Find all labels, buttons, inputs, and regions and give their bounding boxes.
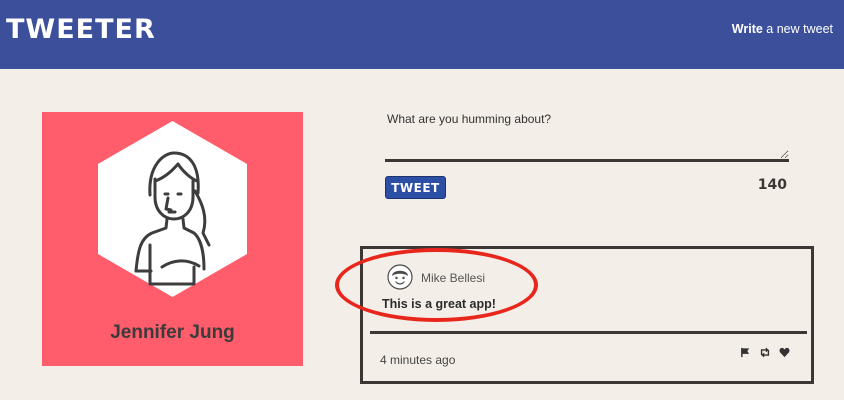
man-avatar-icon xyxy=(387,264,413,290)
woman-avatar-icon xyxy=(98,121,247,297)
tweet-compose-input[interactable] xyxy=(385,106,789,162)
profile-avatar xyxy=(98,121,247,302)
tweet-button[interactable]: TWEET xyxy=(385,176,446,199)
tweet-card: Mike Bellesi This is a great app! 4 minu… xyxy=(360,246,814,384)
tweet-author-name[interactable]: Mike Bellesi xyxy=(421,271,485,285)
top-navbar: TWEETER Write a new tweet xyxy=(0,0,844,69)
write-link-bold: Write xyxy=(731,22,763,36)
character-counter: 140 xyxy=(757,177,787,193)
retweet-icon[interactable] xyxy=(759,347,771,358)
tweet-timestamp: 4 minutes ago xyxy=(380,353,456,367)
write-link-rest: a new tweet xyxy=(762,22,833,36)
tweet-actions xyxy=(740,347,790,358)
tweet-divider xyxy=(370,331,807,334)
flag-icon[interactable] xyxy=(740,347,751,358)
tweet-text: This is a great app! xyxy=(382,297,496,311)
heart-icon[interactable] xyxy=(779,347,790,358)
tweet-author-avatar xyxy=(387,264,413,290)
profile-card: Jennifer Jung xyxy=(42,112,303,366)
profile-name: Jennifer Jung xyxy=(110,322,235,343)
write-new-tweet-link[interactable]: Write a new tweet xyxy=(732,22,833,36)
app-logo[interactable]: TWEETER xyxy=(6,14,156,45)
